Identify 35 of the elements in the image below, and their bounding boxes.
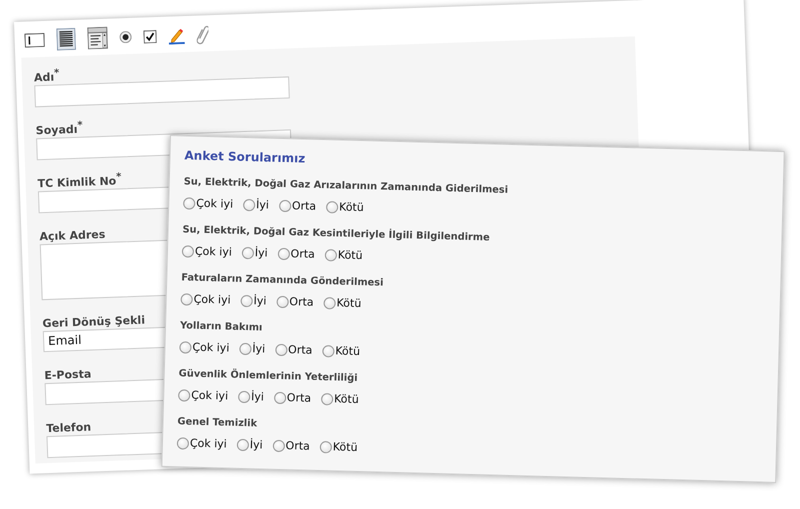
option-label: İyi [250,390,264,405]
option-label: İyi [254,246,268,261]
option-label: Çok iyi [192,340,230,356]
option-label: İyi [250,438,263,453]
question-text: Su, Elektrik, Doğal Gaz Kesintileriyle İlgili Bilgilendirme [182,224,490,244]
option-label: Orta [286,391,312,406]
question-text: Su, Elektrik, Doğal Gaz Arızalarının Zamanında Giderilmesi [184,176,508,197]
option-label: Çok iyi [190,436,227,452]
option-label: İyi [256,198,270,213]
field-label: E-Posta [44,368,92,382]
field-label: Geri Dönüş Şekli [42,314,146,330]
option-label: Orta [290,247,316,262]
option-label: Orta [288,343,313,358]
option-label: İyi [253,294,267,309]
question-text: Faturaların Zamanında Gönderilmesi [181,272,384,290]
field-label: Telefon [46,420,92,436]
option-label: Orta [285,439,310,454]
option-label: Orta [292,199,316,214]
option-label: Çok iyi [194,292,231,308]
option-label: Kötü [332,440,358,456]
survey-title: Anket Sorularımız [184,148,306,166]
question-text: Yolların Bakımı [180,320,262,334]
field-label: Açık Adres [39,228,106,244]
question-text: Güvenlik Önlemlerinin Yeterliliği [178,368,358,385]
option-label: Çok iyi [194,244,232,260]
option-label: Kötü [334,392,359,408]
option-label: Kötü [335,344,360,360]
option-label: Kötü [338,200,364,216]
option-label: İyi [252,342,266,357]
option-label: Çok iyi [196,196,234,212]
option-label: Kötü [338,248,363,264]
option-label: Orta [289,295,314,310]
option-label: Kötü [336,296,362,312]
option-label: Çok iyi [191,388,228,404]
question-text: Genel Temizlik [177,416,258,430]
